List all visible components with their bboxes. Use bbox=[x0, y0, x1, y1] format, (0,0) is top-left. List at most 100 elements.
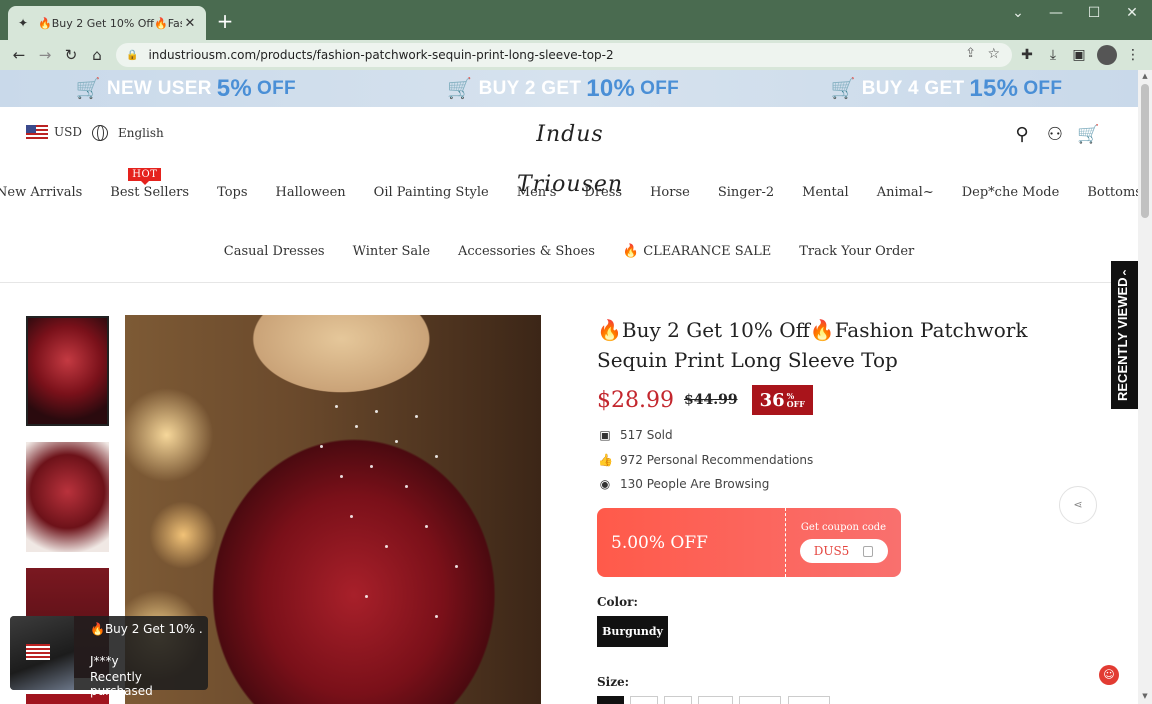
thumbs-up-icon: 👍 bbox=[598, 453, 613, 467]
purchase-product-image bbox=[10, 616, 74, 690]
promo-suffix: OFF bbox=[1023, 77, 1063, 99]
nav-track-order[interactable]: Track Your Order bbox=[799, 244, 914, 259]
sale-price: $28.99 bbox=[597, 387, 674, 413]
nav-mental[interactable]: Mental bbox=[802, 185, 849, 200]
size-option[interactable] bbox=[630, 696, 658, 704]
profile-avatar-icon[interactable] bbox=[1097, 45, 1117, 65]
nav-winter-sale[interactable]: Winter Sale bbox=[353, 244, 430, 259]
extensions-icon[interactable]: ✚ bbox=[1016, 44, 1038, 66]
share-page-icon[interactable]: ⇪ bbox=[965, 46, 976, 61]
promo-percent: 5% bbox=[216, 74, 253, 102]
browsing-text: 130 People Are Browsing bbox=[620, 477, 770, 491]
scroll-up-icon[interactable]: ▲ bbox=[1140, 72, 1150, 80]
promo-banner[interactable]: 🛒 NEW USER 5% OFF 🛒 BUY 2 GET 10% OFF 🛒 … bbox=[0, 70, 1138, 107]
share-button[interactable]: ⋖ bbox=[1059, 486, 1097, 524]
size-option[interactable] bbox=[739, 696, 781, 704]
nav-depeche-mode[interactable]: Dep*che Mode bbox=[962, 185, 1060, 200]
sold-stat: ▣ 517 Sold bbox=[598, 428, 672, 442]
promo-percent: 15% bbox=[969, 74, 1019, 102]
side-panel-icon[interactable]: ▣ bbox=[1068, 44, 1090, 66]
coupon-value: 5.00% OFF bbox=[597, 508, 786, 577]
tab-close-icon[interactable]: ✕ bbox=[182, 16, 198, 31]
download-icon[interactable]: ⤓ bbox=[1042, 44, 1064, 66]
lock-icon: 🔒 bbox=[126, 49, 139, 61]
purchase-product-title: 🔥Buy 2 Get 10% ... bbox=[90, 622, 202, 636]
color-label: Color: bbox=[597, 595, 638, 609]
hot-badge: HOT bbox=[128, 168, 162, 185]
size-option[interactable] bbox=[698, 696, 733, 704]
nav-tops[interactable]: Tops bbox=[217, 185, 247, 200]
size-option[interactable] bbox=[788, 696, 830, 704]
search-icon[interactable]: ⚲ bbox=[1011, 124, 1033, 146]
browser-menu-icon[interactable]: ⋮ bbox=[1122, 44, 1144, 66]
discount-badge: 36 % OFF bbox=[751, 385, 813, 415]
browser-tab[interactable]: ✦ 🔥Buy 2 Get 10% Off🔥Fashion ✕ bbox=[8, 6, 206, 40]
price-row: $28.99 $44.99 36 % OFF bbox=[597, 385, 813, 415]
discount-off: OFF bbox=[786, 399, 805, 409]
recommend-text: 972 Personal Recommendations bbox=[620, 453, 814, 467]
new-tab-button[interactable]: + bbox=[214, 10, 236, 32]
reload-icon[interactable]: ↻ bbox=[60, 44, 82, 66]
color-option-burgundy[interactable]: Burgundy bbox=[597, 616, 668, 647]
nav-halloween[interactable]: Halloween bbox=[276, 185, 346, 200]
discount-value: 36 bbox=[759, 389, 785, 411]
coupon-card: 5.00% OFF Get coupon code DUS5 bbox=[597, 508, 901, 577]
purchase-buyer: J***y bbox=[90, 654, 119, 668]
eye-icon: ◉ bbox=[599, 477, 611, 491]
nav-new-arrivals[interactable]: New Arrivals bbox=[0, 185, 82, 200]
nav-accessories-shoes[interactable]: Accessories & Shoes bbox=[458, 244, 595, 259]
main-nav-row-2: Casual Dresses Winter Sale Accessories &… bbox=[0, 244, 1138, 259]
globe-icon bbox=[92, 125, 108, 141]
address-bar[interactable]: 🔒 industriousm.com/products/fashion-patc… bbox=[116, 43, 1012, 67]
account-icon[interactable]: ⚇ bbox=[1044, 124, 1066, 146]
coupon-claim: Get coupon code DUS5 bbox=[786, 508, 901, 577]
product-thumbnail[interactable] bbox=[26, 316, 109, 426]
promo-suffix: OFF bbox=[257, 77, 296, 99]
nav-horse[interactable]: Horse bbox=[650, 185, 690, 200]
recent-purchase-popup[interactable]: 🔥Buy 2 Get 10% ... J***y Recently purcha… bbox=[10, 616, 208, 698]
size-label: Size: bbox=[597, 675, 630, 689]
nav-best-sellers[interactable]: HOT Best Sellers bbox=[110, 168, 189, 200]
scroll-down-icon[interactable]: ▼ bbox=[1140, 692, 1150, 700]
nav-label: CLEARANCE SALE bbox=[643, 244, 772, 259]
coupon-code-button[interactable]: DUS5 bbox=[799, 539, 888, 563]
web-page: 🛒 NEW USER 5% OFF 🛒 BUY 2 GET 10% OFF 🛒 … bbox=[0, 70, 1138, 704]
back-icon[interactable]: ← bbox=[8, 44, 30, 66]
chat-icon[interactable]: ☺ bbox=[1099, 665, 1119, 685]
promo-percent: 10% bbox=[586, 74, 636, 102]
currency-selector[interactable]: USD bbox=[26, 125, 82, 139]
tab-title: 🔥Buy 2 Get 10% Off🔥Fashion bbox=[38, 16, 182, 30]
recently-viewed-tab[interactable]: ‹ RECENTLY VIEWED bbox=[1111, 261, 1138, 409]
close-window-button[interactable]: ✕ bbox=[1112, 0, 1152, 26]
size-option[interactable] bbox=[664, 696, 692, 704]
tab-search-icon[interactable]: ⌄ bbox=[998, 0, 1038, 26]
cart-icon: 🛒 bbox=[75, 78, 101, 100]
url-text: industriousm.com/products/fashion-patchw… bbox=[148, 48, 614, 62]
nav-clearance-sale[interactable]: 🔥 CLEARANCE SALE bbox=[623, 244, 771, 259]
nav-bottoms[interactable]: Bottoms bbox=[1087, 185, 1138, 200]
us-flag-icon bbox=[26, 125, 48, 139]
nav-singer-2[interactable]: Singer-2 bbox=[718, 185, 774, 200]
bookmark-star-icon[interactable]: ☆ bbox=[987, 46, 1000, 62]
scrollbar-thumb[interactable] bbox=[1141, 84, 1149, 218]
nav-mens[interactable]: Men's bbox=[517, 185, 557, 200]
language-label: English bbox=[118, 126, 164, 140]
browser-toolbar: ← → ↻ ⌂ 🔒 industriousm.com/products/fash… bbox=[0, 40, 1152, 70]
cart-icon[interactable]: 🛒 bbox=[1077, 124, 1099, 146]
site-logo[interactable]: Indus Triousen bbox=[497, 110, 643, 197]
promo-suffix: OFF bbox=[640, 77, 680, 99]
home-icon[interactable]: ⌂ bbox=[86, 44, 108, 66]
nav-casual-dresses[interactable]: Casual Dresses bbox=[224, 244, 325, 259]
page-scrollbar[interactable]: ▲ ▼ bbox=[1138, 70, 1152, 704]
nav-oil-painting[interactable]: Oil Painting Style bbox=[374, 185, 489, 200]
coupon-label: Get coupon code bbox=[800, 522, 887, 533]
product-thumbnail[interactable] bbox=[26, 442, 109, 552]
maximize-button[interactable]: ☐ bbox=[1074, 0, 1114, 26]
minimize-button[interactable]: — bbox=[1036, 0, 1076, 26]
forward-icon[interactable]: → bbox=[34, 44, 56, 66]
nav-animal[interactable]: Animal~ bbox=[877, 185, 934, 200]
nav-dress[interactable]: Dress bbox=[584, 185, 622, 200]
size-option[interactable] bbox=[597, 696, 624, 704]
promo-item: 🛒 BUY 4 GET 15% OFF bbox=[831, 75, 1063, 103]
language-selector[interactable]: English bbox=[92, 125, 164, 141]
